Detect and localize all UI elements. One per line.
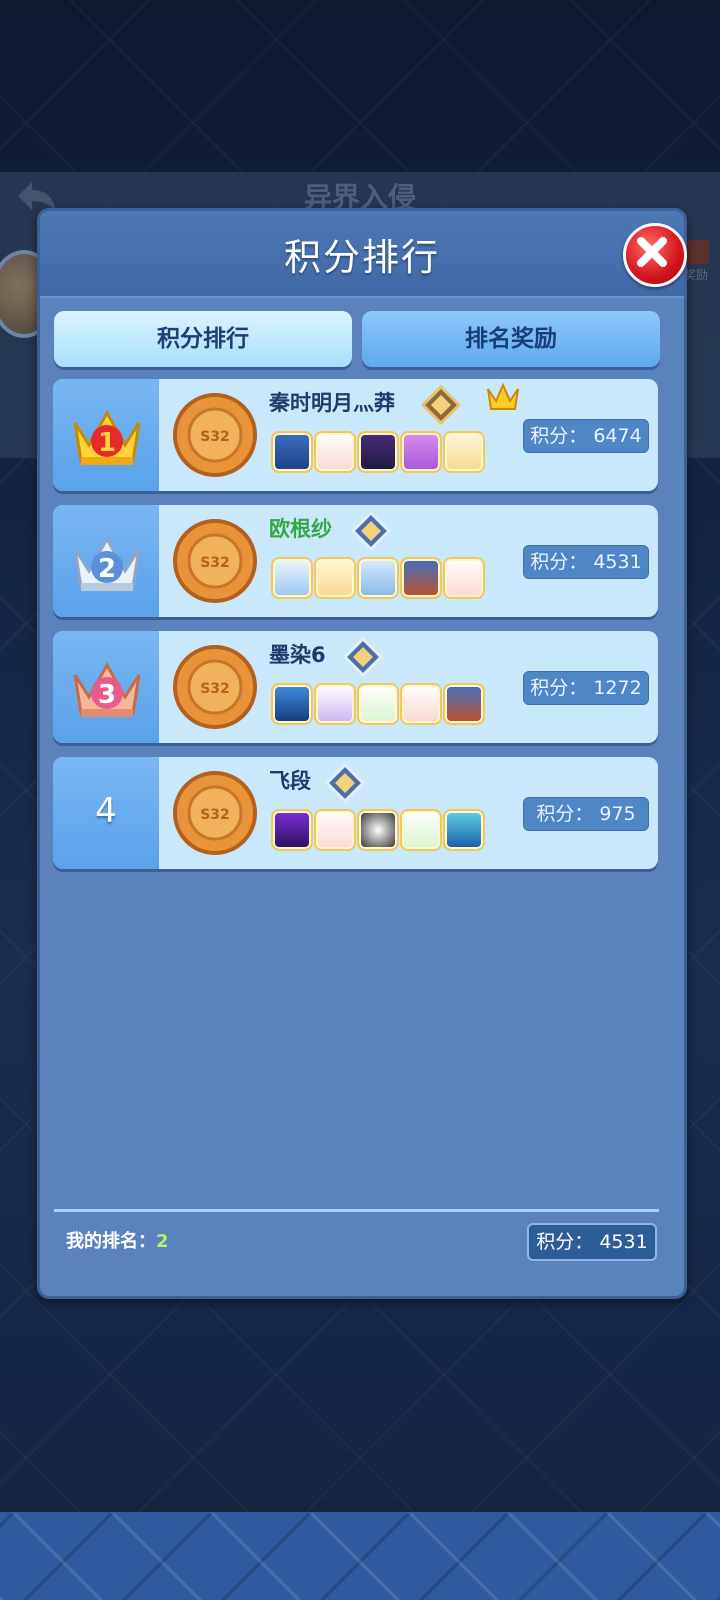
robot-skill-icon <box>271 431 313 473</box>
dialog-title: 积分排行 <box>284 236 440 279</box>
hat-skill-icon <box>400 683 442 725</box>
player-name: 秦时明月灬莽 <box>269 391 395 415</box>
figure-skill-icon <box>400 557 442 599</box>
wave-skill-icon <box>443 809 485 851</box>
ice-skill-icon <box>357 557 399 599</box>
medal-icon: S32 <box>173 519 257 603</box>
close-icon <box>637 237 667 267</box>
title-badge-icon <box>343 637 383 677</box>
title-badge-icon <box>421 385 461 425</box>
background-bottom-tiles <box>0 1512 720 1600</box>
player-name: 飞段 <box>269 769 311 793</box>
medal-icon: S32 <box>173 645 257 729</box>
close-button[interactable] <box>623 223 687 287</box>
background-reward-label: 奖励 <box>683 268 708 282</box>
lock-skill-icon <box>400 431 442 473</box>
robot-face-skill-icon <box>271 557 313 599</box>
title-badge-icon <box>351 511 391 551</box>
cross-skill-icon <box>314 557 356 599</box>
rank-row[interactable]: 4 S32 飞段 积分： 975 <box>53 757 658 869</box>
silver-crown-icon: 2 <box>73 535 141 591</box>
score-box: 积分： 975 <box>523 797 649 831</box>
slash-skill-icon <box>271 809 313 851</box>
hat-skill-icon <box>443 557 485 599</box>
medal-label: S32 <box>200 807 230 823</box>
title-badge-icon <box>325 763 365 803</box>
bird-skill-icon <box>271 683 313 725</box>
my-rank-value: 2 <box>156 1231 169 1252</box>
medal-label: S32 <box>200 429 230 445</box>
my-rank: 我的排名：2 <box>66 1227 169 1253</box>
medal-icon: S32 <box>173 393 257 477</box>
tab-rank-rewards[interactable]: 排名奖励 <box>362 311 660 367</box>
score-box: 积分： 1272 <box>523 671 649 705</box>
medal-label: S32 <box>200 555 230 571</box>
player-name: 欧根纱 <box>269 517 332 541</box>
rank-row[interactable]: 3 S32 墨染6 积分： 1272 <box>53 631 658 743</box>
player-name: 墨染6 <box>269 643 326 667</box>
gold-crown-icon: 1 <box>73 409 141 465</box>
vip-crown-icon <box>487 382 519 410</box>
footer-divider <box>54 1209 659 1212</box>
crown-rank-number: 3 <box>98 680 116 710</box>
heal-skill-icon <box>357 683 399 725</box>
rank-row[interactable]: 2 S32 欧根纱 积分： 4531 <box>53 505 658 617</box>
score-box: 积分： 6474 <box>523 419 649 453</box>
bronze-crown-icon: 3 <box>73 661 141 717</box>
tab-score-ranking[interactable]: 积分排行 <box>54 311 352 367</box>
heal-skill-icon <box>400 809 442 851</box>
crown-rank-number: 1 <box>98 428 116 458</box>
medal-label: S32 <box>200 681 230 697</box>
rank-number: 4 <box>95 791 117 831</box>
ranking-dialog: 积分排行 积分排行 排名奖励 1 S32 秦时明月灬莽 积分： 6474 2 S… <box>37 208 687 1299</box>
crown-rank-number: 2 <box>98 554 116 584</box>
hat-skill-icon <box>314 809 356 851</box>
my-rank-label: 我的排名： <box>66 1231 156 1252</box>
hat-skill-icon <box>314 431 356 473</box>
score-box: 积分： 4531 <box>523 545 649 579</box>
medal-icon: S32 <box>173 771 257 855</box>
rank-row[interactable]: 1 S32 秦时明月灬莽 积分： 6474 <box>53 379 658 491</box>
my-score-box: 积分： 4531 <box>527 1223 657 1261</box>
figure-skill-icon <box>443 683 485 725</box>
cross-skill-icon <box>443 431 485 473</box>
archer-skill-icon <box>357 431 399 473</box>
yin-yang-skill-icon <box>357 809 399 851</box>
magic-hat-skill-icon <box>314 683 356 725</box>
